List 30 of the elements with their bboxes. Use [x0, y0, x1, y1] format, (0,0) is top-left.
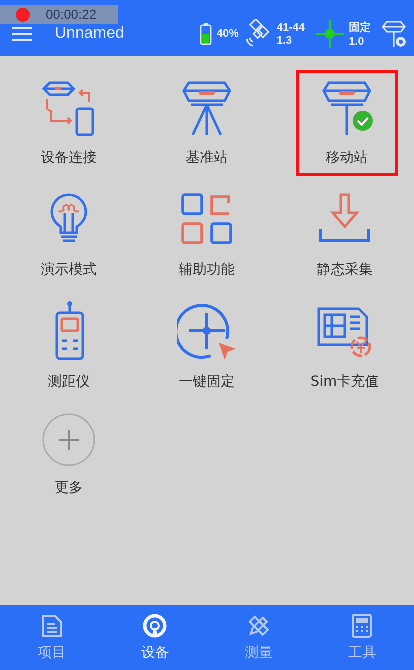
function-tile[interactable]: 辅助功能 [160, 182, 254, 288]
solution-status: 固定 [349, 20, 371, 35]
function-tile[interactable]: 基准站 [160, 70, 254, 176]
add-icon [42, 413, 96, 467]
project-title: Unnamed [55, 25, 124, 43]
antenna-icon [143, 614, 168, 638]
crosshair-target-icon [177, 301, 237, 361]
nav-tab[interactable]: 设备 [104, 605, 207, 670]
satellite-count: 41-44 [276, 22, 305, 34]
recording-time: 00:00:22 [46, 7, 97, 22]
function-tile[interactable]: Sim卡充值 [298, 294, 392, 400]
function-tile[interactable]: 更多 [22, 406, 116, 506]
function-tile[interactable]: 演示模式 [22, 182, 116, 288]
function-tile[interactable]: 静态采集 [298, 182, 392, 288]
pdop-value: 1.3 [276, 34, 294, 46]
satellite-icon [244, 19, 272, 49]
calculator-icon [352, 614, 372, 638]
menu-icon[interactable] [12, 26, 32, 42]
battery-percent: 40% [216, 28, 239, 40]
battery-icon [200, 23, 212, 45]
receiver-icon[interactable] [382, 19, 408, 49]
function-tile[interactable]: 移动站 [296, 70, 398, 176]
document-icon [40, 614, 63, 638]
function-tile[interactable]: 设备连接 [22, 70, 116, 176]
crosshair-icon [316, 20, 344, 48]
record-dot-icon [16, 8, 30, 22]
age-value: 1.0 [349, 36, 366, 48]
function-tile[interactable]: 测距仪 [22, 294, 116, 400]
function-tile[interactable]: 一键固定 [160, 294, 254, 400]
pencil-ruler-icon [246, 614, 271, 638]
